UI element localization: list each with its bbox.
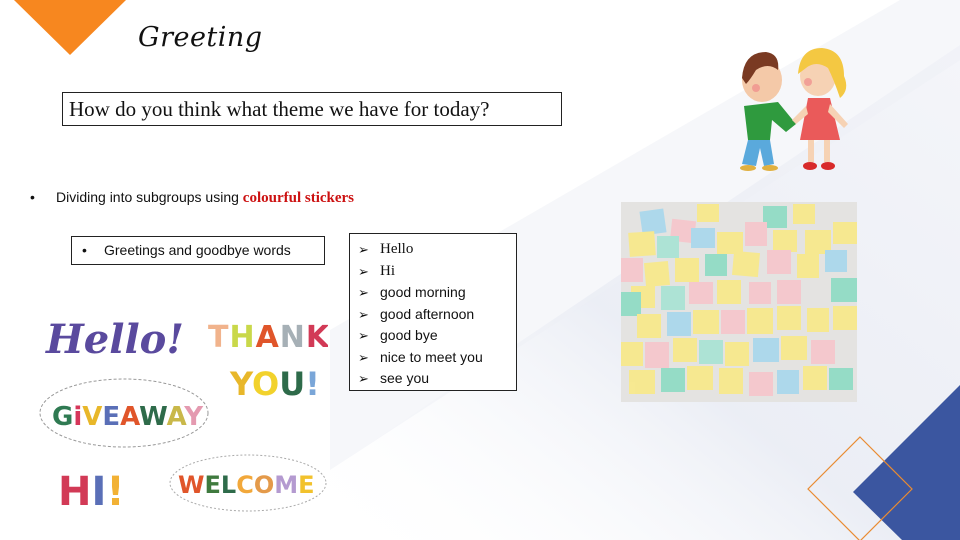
sticker-lettering-image: Hello! THANK YOU! GiVEAWAY HI! WELCOME	[38, 295, 328, 515]
bullet-icon: •	[30, 189, 35, 205]
svg-text:YOU!: YOU!	[229, 365, 320, 403]
svg-text:GiVEAWAY: GiVEAWAY	[52, 402, 204, 432]
arrow-bullet-icon: ➢	[358, 306, 369, 322]
orange-triangle-decoration	[14, 0, 126, 55]
arrow-bullet-icon: ➢	[358, 242, 369, 257]
arrow-bullet-icon: ➢	[358, 328, 369, 343]
svg-text:THANK: THANK	[208, 320, 328, 355]
activity-bullet: • Dividing into subgroups using colourful…	[30, 189, 354, 207]
svg-text:WELCOME: WELCOME	[178, 471, 315, 499]
word-list-box: ➢ Hello ➢ Hi ➢ good morning ➢ good afternoon…	[349, 233, 517, 391]
hi-sticker: HI!	[58, 469, 125, 515]
word-list-item: ➢ nice to meet you	[358, 347, 516, 369]
sticky-notes-photo	[621, 202, 857, 402]
word-list-item: ➢ Hi	[358, 261, 516, 283]
topic-box: • Greetings and goodbye words	[71, 236, 325, 265]
slide-title: Greeting	[138, 22, 263, 53]
giveaway-sticker: GiVEAWAY	[39, 378, 209, 448]
kids-handshake-image	[740, 48, 848, 171]
bullet-icon: •	[82, 242, 87, 258]
topic-text: Greetings and goodbye words	[104, 242, 291, 258]
word-list-item: ➢ good afternoon	[358, 304, 516, 326]
arrow-bullet-icon: ➢	[358, 285, 369, 300]
activity-highlight: colourful stickers	[242, 190, 355, 206]
arrow-bullet-icon: ➢	[358, 263, 369, 279]
word-list-item: ➢ good bye	[358, 325, 516, 347]
word-list-item: ➢ see you	[358, 368, 516, 390]
svg-text:HI!: HI!	[58, 469, 125, 515]
arrow-bullet-icon: ➢	[358, 371, 369, 386]
question-text: How do you think what theme we have for …	[69, 97, 490, 121]
question-box: How do you think what theme we have for …	[62, 92, 562, 126]
welcome-sticker: WELCOME	[169, 454, 327, 512]
sticky-notes-illustration	[621, 202, 857, 402]
hello-sticker: Hello!	[45, 316, 184, 363]
word-list-item: ➢ good morning	[358, 282, 516, 304]
word-list-item: ➢ Hello	[358, 239, 516, 261]
activity-text: Dividing into subgroups using	[56, 189, 243, 205]
arrow-bullet-icon: ➢	[358, 349, 369, 365]
